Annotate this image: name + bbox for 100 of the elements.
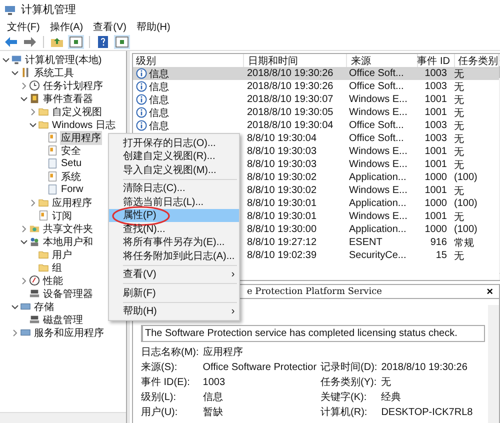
menu-item[interactable]: 查找(N)... xyxy=(109,222,239,236)
tree-item[interactable]: Forw xyxy=(60,184,84,195)
tree-item[interactable]: 系统工具 xyxy=(33,66,75,80)
tree-item[interactable]: Windows 日志 xyxy=(51,118,116,132)
log-icon xyxy=(38,210,49,221)
field-value: 应用程序 xyxy=(202,347,244,359)
table-row[interactable]: 信息 2018/8/10 19:30:04 Office Soft... 1003 无 xyxy=(133,119,499,132)
chevron-down-icon[interactable] xyxy=(20,238,28,246)
panel-icon[interactable] xyxy=(114,35,130,49)
help-icon[interactable] xyxy=(95,35,111,49)
field-label: 日志名称(M): xyxy=(141,347,199,359)
table-cell-text: 无 xyxy=(453,146,465,158)
table-cell-text: 2018/8/10 19:30:04 xyxy=(246,120,334,131)
tree-item[interactable]: 安全 xyxy=(60,144,82,158)
tree-item[interactable]: 组 xyxy=(51,260,63,274)
tree-item[interactable]: 存储 xyxy=(33,300,55,314)
table-cell-text: 无 xyxy=(453,68,465,80)
tree-item[interactable]: 共享文件夹 xyxy=(42,222,94,236)
table-row[interactable]: 信息 2018/8/10 19:30:26 Office Soft... 1003 无 xyxy=(133,67,499,80)
close-button[interactable]: × xyxy=(480,286,499,298)
page-icon xyxy=(47,184,58,195)
table-cell-text: 1001 xyxy=(424,185,448,196)
tree-item[interactable]: 性能 xyxy=(42,274,64,288)
menu-item[interactable]: 创建自定义视图(R)... xyxy=(109,150,239,163)
table-cell-text: Application... xyxy=(348,172,408,183)
table-cell-text: 信息 xyxy=(149,94,169,106)
chevron-right-icon[interactable] xyxy=(11,328,19,336)
table-cell-text: Office Soft... xyxy=(348,133,405,144)
table-cell-text: 8/8/10 19:30:04 xyxy=(246,133,318,144)
chevron-down-icon[interactable] xyxy=(11,68,19,76)
table-cell-text: 信息 xyxy=(149,80,169,94)
table-cell-text: 916 xyxy=(429,237,448,248)
table-cell-text: ESENT xyxy=(348,237,384,248)
table-cell-text: Windows E... xyxy=(348,211,408,222)
chevron-right-icon[interactable] xyxy=(20,224,28,232)
clock-icon xyxy=(29,80,40,91)
tree-item[interactable]: 系统 xyxy=(60,170,82,184)
tree-item[interactable]: 计算机管理(本地) xyxy=(24,52,103,66)
menu-item[interactable]: 刷新(F) xyxy=(109,286,239,300)
tree-item[interactable]: 用户 xyxy=(51,248,73,262)
menu-item[interactable]: 操作(A) xyxy=(44,19,88,34)
tree-item[interactable]: 订阅 xyxy=(51,208,73,222)
table-cell-text: (100) xyxy=(453,224,478,235)
menu-item[interactable]: 清除日志(C)... xyxy=(109,182,239,195)
back-arrow-icon[interactable] xyxy=(3,35,19,49)
table-cell-text: 1003 xyxy=(424,81,448,92)
menu-item[interactable]: 导入自定义视图(M)... xyxy=(109,163,239,176)
chevron-right-icon[interactable] xyxy=(20,276,28,284)
field-label: 计算机(R): xyxy=(320,407,368,419)
chevron-down-icon[interactable] xyxy=(2,56,10,64)
tree-item[interactable]: 任务计划程序 xyxy=(42,78,104,92)
tree-item[interactable]: 设备管理器 xyxy=(42,286,94,300)
table-cell-text: 2018/8/10 19:30:05 xyxy=(246,107,334,118)
folder-icon xyxy=(38,197,49,208)
table-row[interactable]: 信息 2018/8/10 19:30:05 Windows E... 1001 无 xyxy=(133,106,499,119)
table-cell-text: 8/8/10 19:30:01 xyxy=(246,198,318,209)
menu-item[interactable]: 打开保存的日志(O)... xyxy=(109,136,239,150)
tree-item[interactable]: 服务和应用程序 xyxy=(33,326,105,340)
chevron-right-icon[interactable] xyxy=(29,198,37,206)
table-cell-text: (100) xyxy=(453,198,478,209)
chevron-right-icon[interactable] xyxy=(29,108,37,116)
panel-icon[interactable] xyxy=(68,35,84,49)
menu-item[interactable]: 将任务附加到此日志(A)... xyxy=(109,249,239,262)
table-cell-text: 无 xyxy=(453,106,465,120)
field-label: 来源(S): xyxy=(141,362,178,374)
tree-item[interactable]: 本地用户和 xyxy=(42,234,94,248)
table-cell-text: 常规 xyxy=(453,236,475,250)
menu-item[interactable]: 查看(V) xyxy=(88,19,132,34)
folder-up-icon[interactable] xyxy=(49,35,65,49)
menu-item[interactable]: 帮助(H) › xyxy=(109,304,239,318)
table-cell-text: 信息 xyxy=(149,106,169,120)
tree-item[interactable]: 应用程序 xyxy=(51,196,93,210)
viewer-icon xyxy=(29,93,40,104)
table-cell-text: 无 xyxy=(453,184,465,198)
menu-item[interactable]: 帮助(H) xyxy=(131,19,176,34)
table-row[interactable]: 信息 2018/8/10 19:30:26 Office Soft... 1003 无 xyxy=(133,80,499,93)
menu-item[interactable]: 将所有事件另存为(E)... xyxy=(109,236,239,249)
table-cell-text: 1003 xyxy=(424,68,448,79)
table-cell-text: Windows E... xyxy=(348,107,408,118)
chevron-down-icon[interactable] xyxy=(29,120,37,128)
field-value: 信息 xyxy=(202,392,224,404)
tree-item[interactable]: 自定义视图 xyxy=(51,104,103,118)
chevron-right-icon[interactable] xyxy=(20,82,28,90)
page-icon xyxy=(47,158,58,169)
forward-arrow-icon[interactable] xyxy=(22,35,38,49)
table-row[interactable]: 信息 2018/8/10 19:30:07 Windows E... 1001 无 xyxy=(133,93,499,106)
table-cell-text: 8/8/10 19:30:02 xyxy=(246,185,318,196)
folder-icon xyxy=(38,262,49,273)
chevron-down-icon[interactable] xyxy=(11,302,19,310)
menu-item[interactable]: 筛选当前日志(L)... xyxy=(109,195,239,208)
tree-item[interactable]: 应用程序 xyxy=(60,130,102,144)
menu-item[interactable]: 文件(F) xyxy=(2,19,45,34)
tree-item[interactable]: Setu xyxy=(60,158,83,169)
device-icon xyxy=(29,288,40,299)
menu-item[interactable]: 查看(V) › xyxy=(109,268,239,281)
horizontal-scrollbar[interactable] xyxy=(0,412,126,423)
tree-item[interactable]: 磁盘管理 xyxy=(42,312,84,326)
chevron-down-icon[interactable] xyxy=(20,94,28,102)
field-value: 2018/8/10 19:30:26 xyxy=(381,362,468,374)
tree-item[interactable]: 事件查看器 xyxy=(42,92,94,106)
